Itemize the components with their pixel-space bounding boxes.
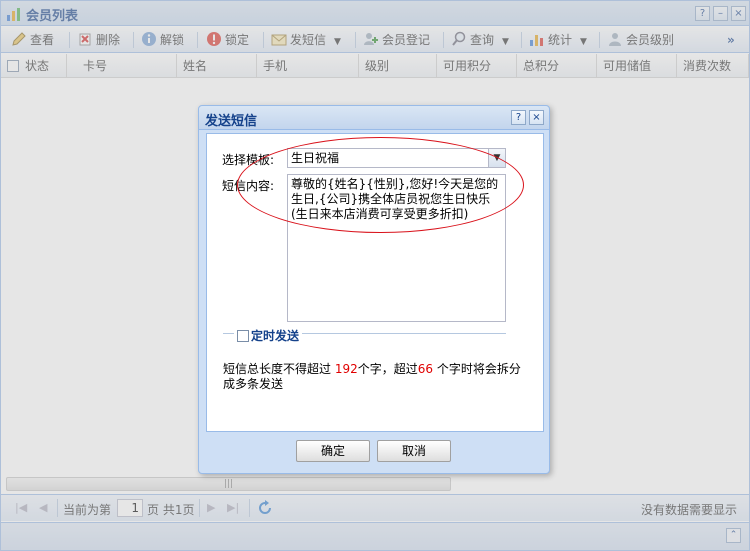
scheduled-send-toggle[interactable]: 定时发送 xyxy=(234,327,303,344)
split-length-value: 66 xyxy=(417,362,434,376)
template-select[interactable]: 生日祝福 ▼ xyxy=(287,148,506,168)
dialog-body: 选择模板: 生日祝福 ▼ 短信内容: 尊敬的{姓名}{性别},您好!今天是您的生… xyxy=(206,133,544,432)
dialog-close-icon[interactable]: × xyxy=(529,110,544,125)
template-label: 选择模板: xyxy=(222,153,275,167)
max-length-value: 192 xyxy=(334,362,358,376)
content-label: 短信内容: xyxy=(222,179,275,193)
dialog-help-icon[interactable]: ? xyxy=(511,110,526,125)
scheduled-send-checkbox[interactable] xyxy=(237,330,249,342)
chevron-down-icon[interactable]: ▼ xyxy=(488,149,505,167)
cancel-button[interactable]: 取消 xyxy=(377,440,451,462)
dialog-title: 发送短信 xyxy=(205,114,258,129)
ok-button[interactable]: 确定 xyxy=(296,440,370,462)
length-info: 短信总长度不得超过 192个字，超过66 个字时将会拆分成多条发送 xyxy=(223,362,521,391)
dialog-titlebar: 发送短信 ? × xyxy=(199,106,549,130)
sms-content-textarea[interactable]: 尊敬的{姓名}{性别},您好!今天是您的生日,{公司}携全体店员祝您生日快乐(生… xyxy=(287,174,506,322)
send-sms-dialog: 发送短信 ? × 选择模板: 生日祝福 ▼ 短信内容: 尊敬的{姓名}{性别},… xyxy=(198,105,550,474)
